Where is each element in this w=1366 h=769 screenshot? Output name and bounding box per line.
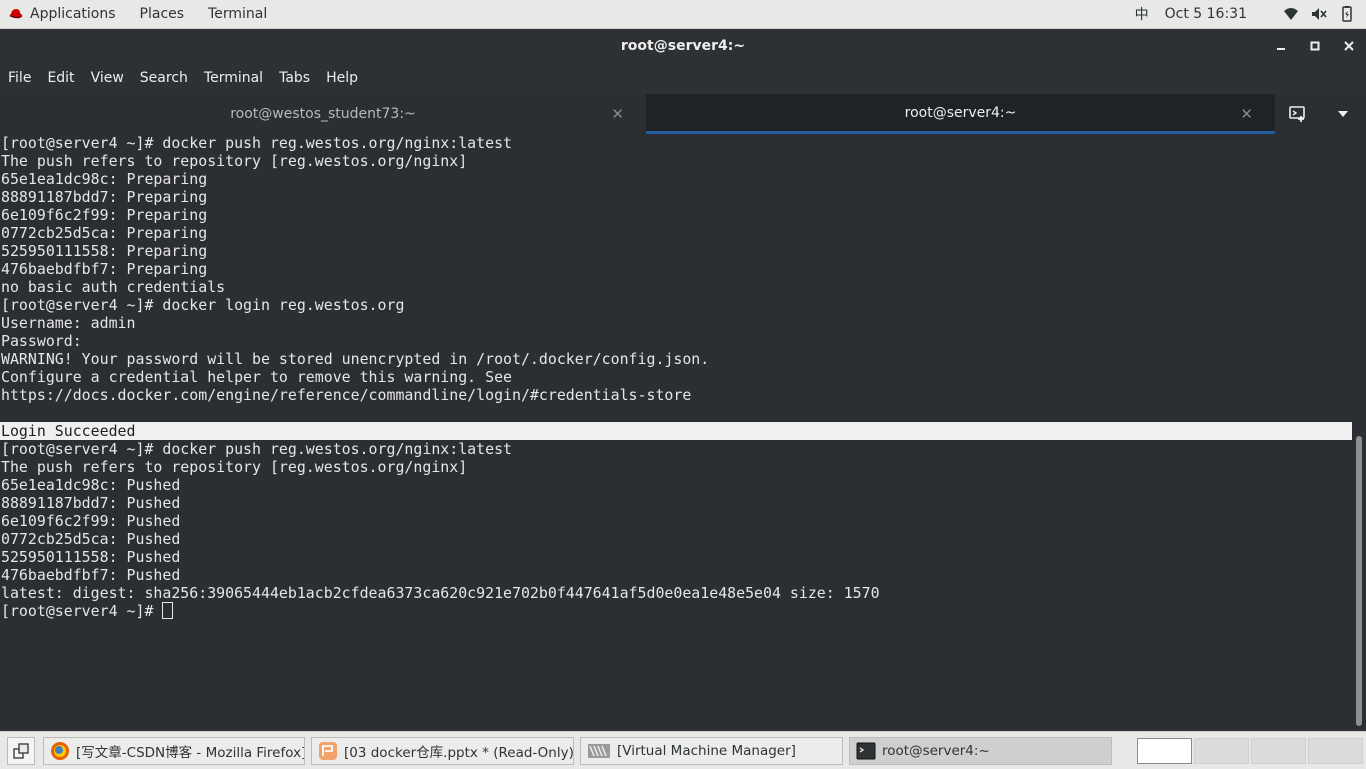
- menu-tabs[interactable]: Tabs: [271, 63, 318, 94]
- places-menu[interactable]: Places: [128, 0, 197, 28]
- task-firefox[interactable]: [写文章-CSDN博客 - Mozilla Firefox]: [43, 736, 305, 765]
- close-icon: [1344, 41, 1354, 51]
- menu-search[interactable]: Search: [132, 63, 196, 94]
- terminal-line: WARNING! Your password will be stored un…: [1, 350, 710, 368]
- terminal-line: 525950111558: Preparing: [1, 242, 208, 260]
- battery-icon[interactable]: [1338, 6, 1356, 22]
- terminal-line: 0772cb25d5ca: Preparing: [1, 224, 208, 242]
- new-tab-button[interactable]: [1280, 94, 1316, 134]
- menu-help[interactable]: Help: [318, 63, 366, 94]
- menu-terminal[interactable]: Terminal: [196, 63, 271, 94]
- terminal-app-menu[interactable]: Terminal: [196, 0, 279, 28]
- terminal-line: 65e1ea1dc98c: Pushed: [1, 476, 181, 494]
- workspace-2[interactable]: [1194, 737, 1249, 764]
- tab-close-icon[interactable]: ✕: [611, 105, 624, 123]
- terminal-line: 88891187bdd7: Pushed: [1, 494, 181, 512]
- tab-dropdown-button[interactable]: [1325, 94, 1361, 134]
- impress-icon: [319, 741, 337, 760]
- applications-label: Applications: [30, 6, 116, 22]
- terminal-scrollbar[interactable]: [1352, 134, 1366, 730]
- maximize-icon: [1310, 41, 1320, 51]
- workspace-1[interactable]: [1137, 737, 1192, 764]
- virt-manager-icon: [588, 743, 610, 758]
- terminal-line: https://docs.docker.com/engine/reference…: [1, 386, 692, 404]
- window-title: root@server4:~: [620, 38, 746, 54]
- terminal-line: 476baebdfbf7: Pushed: [1, 566, 181, 584]
- input-method-indicator[interactable]: 中: [1135, 4, 1149, 24]
- task-label: [Virtual Machine Manager]: [617, 742, 796, 759]
- menu-edit[interactable]: Edit: [39, 63, 82, 94]
- window-controls: [1264, 29, 1366, 63]
- text-cursor: [162, 602, 174, 619]
- workspace-switcher: [1137, 737, 1365, 764]
- taskbar: [写文章-CSDN博客 - Mozilla Firefox] [03 docke…: [0, 731, 1366, 769]
- terminal-line: Username: admin: [1, 314, 136, 332]
- tab-label: root@westos_student73:~: [230, 106, 416, 122]
- minimize-icon: [1277, 48, 1285, 50]
- task-label: root@server4:~: [882, 742, 990, 759]
- show-desktop-icon: [13, 742, 29, 759]
- redhat-icon: [9, 9, 23, 19]
- terminal-prompt-line[interactable]: [root@server4 ~]#: [0, 602, 1352, 620]
- terminal-line: 65e1ea1dc98c: Preparing: [1, 170, 208, 188]
- terminal-output[interactable]: [root@server4 ~]# docker push reg.westos…: [0, 134, 1352, 730]
- clock[interactable]: Oct 5 16:31: [1165, 6, 1247, 22]
- menu-file[interactable]: File: [0, 63, 39, 94]
- scrollbar-thumb[interactable]: [1356, 436, 1362, 726]
- top-panel: Applications Places Terminal 中 Oct 5 16:…: [0, 0, 1366, 29]
- applications-menu[interactable]: Applications: [0, 0, 128, 28]
- terminal-line: no basic auth credentials: [1, 278, 226, 296]
- workspace-4[interactable]: [1308, 737, 1363, 764]
- terminal-line-highlighted: Login Succeeded: [0, 422, 1352, 440]
- task-terminal[interactable]: root@server4:~: [849, 736, 1112, 765]
- terminal-line: [root@server4 ~]# docker push reg.westos…: [1, 134, 513, 152]
- terminal-line: The push refers to repository [reg.westo…: [1, 152, 468, 170]
- terminal-line: [root@server4 ~]# docker login reg.westo…: [1, 296, 405, 314]
- terminal-line: Configure a credential helper to remove …: [1, 368, 513, 386]
- workspace-3[interactable]: [1251, 737, 1306, 764]
- menu-view[interactable]: View: [83, 63, 132, 94]
- terminal-line: [root@server4 ~]# docker push reg.westos…: [1, 440, 513, 458]
- volume-muted-icon[interactable]: [1310, 6, 1328, 22]
- terminal-line: Password:: [1, 332, 82, 350]
- tab-server4[interactable]: root@server4:~ ✕: [646, 94, 1275, 134]
- prompt: [root@server4 ~]#: [1, 602, 163, 620]
- terminal-line: The push refers to repository [reg.westo…: [1, 458, 468, 476]
- new-tab-icon: [1288, 106, 1305, 122]
- wifi-icon[interactable]: [1282, 6, 1300, 22]
- firefox-icon: [51, 741, 69, 760]
- task-impress[interactable]: [03 docker仓库.pptx * (Read-Only) -...: [311, 736, 574, 765]
- close-button[interactable]: [1332, 29, 1366, 63]
- tab-close-icon[interactable]: ✕: [1240, 105, 1253, 123]
- show-desktop-button[interactable]: [7, 736, 35, 765]
- maximize-button[interactable]: [1298, 29, 1332, 63]
- tab-label: root@server4:~: [904, 104, 1017, 121]
- task-label: [写文章-CSDN博客 - Mozilla Firefox]: [76, 744, 305, 761]
- terminal-line: 6e109f6c2f99: Preparing: [1, 206, 208, 224]
- terminal-line: 525950111558: Pushed: [1, 548, 181, 566]
- terminal-line: 6e109f6c2f99: Pushed: [1, 512, 181, 530]
- minimize-button[interactable]: [1264, 29, 1298, 63]
- tab-bar: root@westos_student73:~ ✕ root@server4:~…: [0, 94, 1366, 134]
- top-menu: Applications Places Terminal: [0, 0, 279, 28]
- system-tray: 中 Oct 5 16:31: [1127, 0, 1366, 28]
- terminal-line: latest: digest: sha256:39065444eb1acb2cf…: [1, 584, 880, 602]
- window-titlebar[interactable]: root@server4:~: [0, 29, 1366, 63]
- task-label: [03 docker仓库.pptx * (Read-Only) -...: [344, 744, 574, 761]
- task-virt-manager[interactable]: [Virtual Machine Manager]: [580, 736, 843, 765]
- terminal-icon: [856, 742, 876, 759]
- terminal-line: 476baebdfbf7: Preparing: [1, 260, 208, 278]
- menu-bar: File Edit View Search Terminal Tabs Help: [0, 63, 1366, 94]
- tab-westos-student73[interactable]: root@westos_student73:~ ✕: [0, 94, 646, 134]
- tab-actions: [1275, 94, 1366, 134]
- chevron-down-icon: [1338, 111, 1349, 117]
- terminal-line: 88891187bdd7: Preparing: [1, 188, 208, 206]
- terminal-line: 0772cb25d5ca: Pushed: [1, 530, 181, 548]
